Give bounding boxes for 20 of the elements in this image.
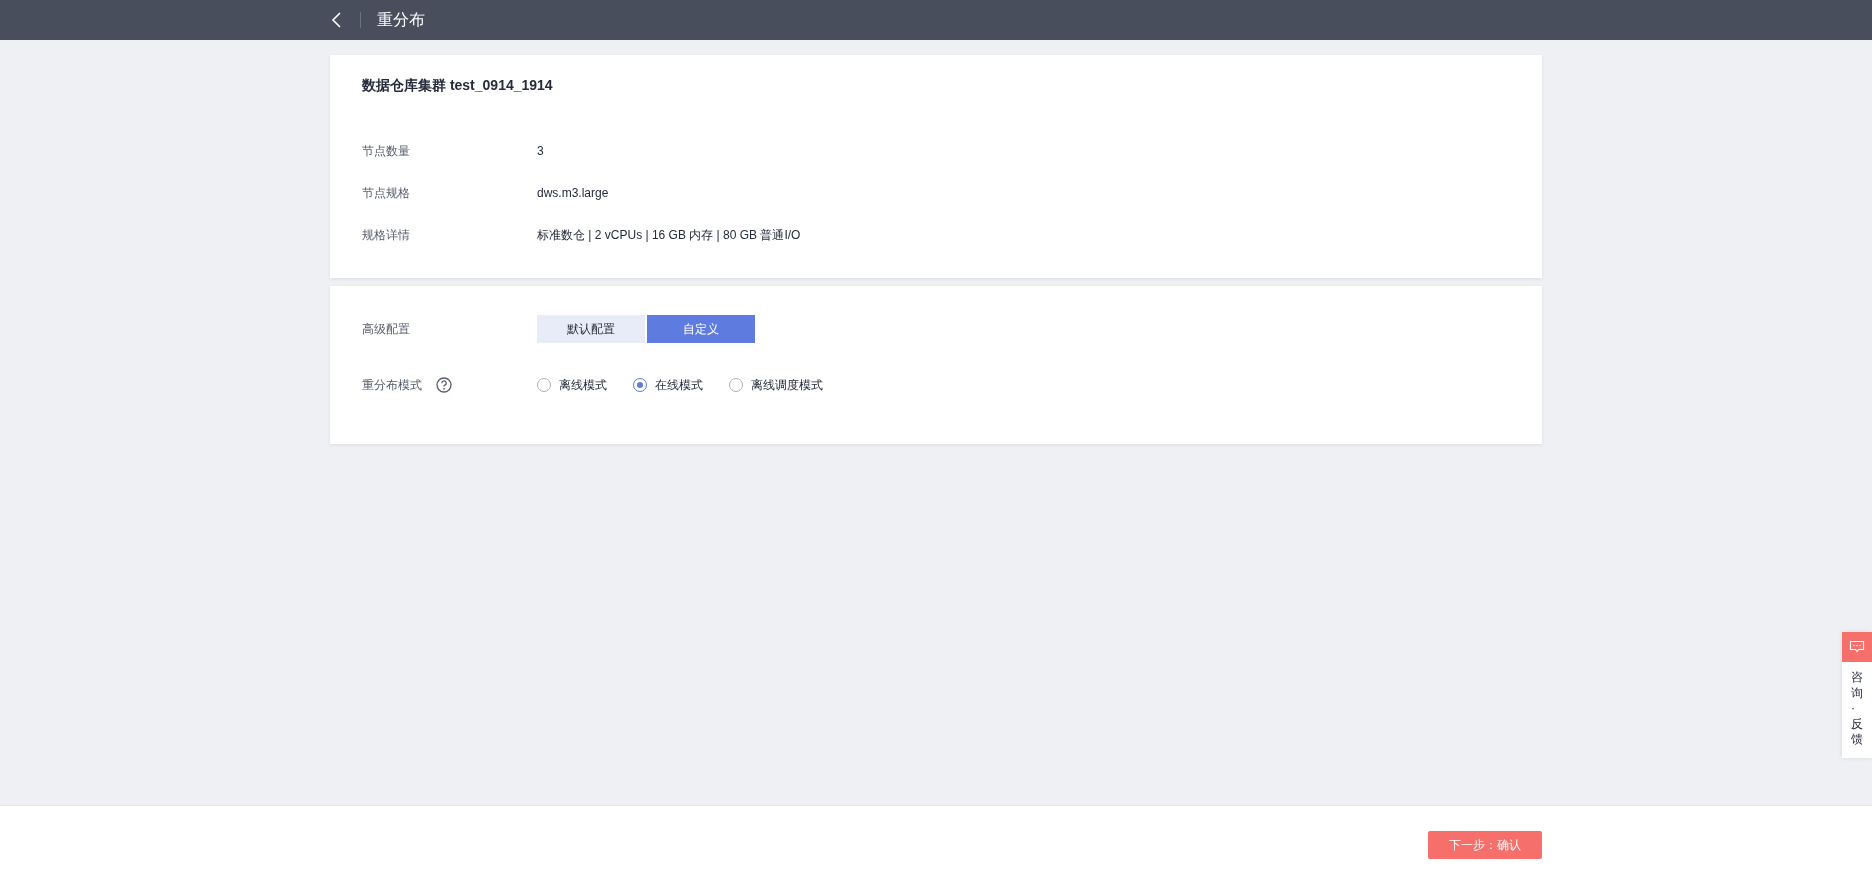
field-value: 标准数仓 | 2 vCPUs | 16 GB 内存 | 80 GB 普通I/O [537,226,801,244]
feedback-label: 咨询·反馈 [1851,670,1863,748]
mode-radio[interactable]: 离线调度模式 [729,376,823,394]
help-icon[interactable] [436,377,452,393]
field-label: 节点数量 [362,142,411,160]
field-label: 节点规格 [362,184,411,202]
mode-radio[interactable]: 在线模式 [633,376,703,394]
config-option-button[interactable]: 自定义 [647,315,755,343]
field-value: dws.m3.large [537,186,609,200]
feedback-tab[interactable]: 咨询·反馈 [1842,632,1872,758]
back-icon[interactable] [330,11,344,29]
field-label: 规格详情 [362,226,411,244]
field-label: 高级配置 [362,320,411,338]
cluster-title: 数据仓库集群 test_0914_1914 [362,77,554,95]
page-title: 重分布 [377,9,425,30]
mode-radio[interactable]: 离线模式 [537,376,607,394]
field-value: 3 [537,144,544,158]
chat-icon [1849,640,1865,654]
field-label: 重分布模式 [362,376,422,394]
config-option-button[interactable]: 默认配置 [537,315,645,343]
